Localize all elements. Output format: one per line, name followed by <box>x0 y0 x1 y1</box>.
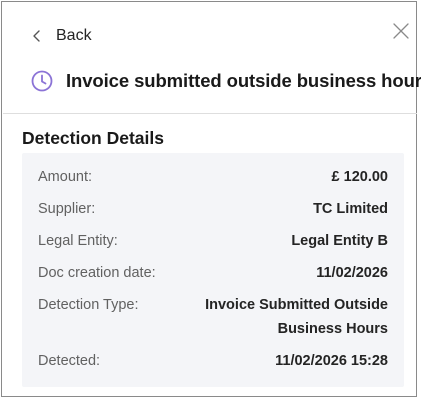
detection-panel: Back Invoice submitted outside business … <box>1 1 421 397</box>
detail-row-supplier: Supplier: TC Limited <box>38 197 388 221</box>
detail-value: £ 120.00 <box>331 169 388 185</box>
detail-row-detection-type: Detection Type: Invoice Submitted Outsid… <box>38 293 388 341</box>
section-title: Detection Details <box>22 128 164 148</box>
detail-value: 11/02/2026 15:28 <box>275 353 388 369</box>
detail-label: Amount: <box>38 169 92 185</box>
detail-row-amount: Amount: £ 120.00 <box>38 165 388 189</box>
details-card: Amount: £ 120.00 Supplier: TC Limited Le… <box>22 153 404 387</box>
back-label: Back <box>56 27 92 44</box>
detail-label: Legal Entity: <box>38 233 118 249</box>
detail-row-legal-entity: Legal Entity: Legal Entity B <box>38 229 388 253</box>
panel-header: Invoice submitted outside business hours <box>30 68 421 94</box>
header-divider <box>3 113 417 114</box>
close-icon[interactable] <box>391 21 411 41</box>
detail-value: Legal Entity B <box>291 233 388 249</box>
detail-value: Invoice Submitted Outside Business Hours <box>205 297 388 337</box>
clock-icon <box>31 70 53 92</box>
detail-label: Detected: <box>38 353 101 369</box>
detail-value: TC Limited <box>313 201 388 217</box>
page-title: Invoice submitted outside business hours <box>66 70 421 91</box>
detail-value: 11/02/2026 <box>316 265 388 281</box>
detail-label: Doc creation date: <box>38 265 156 281</box>
chevron-left-icon <box>33 30 40 42</box>
detail-label: Detection Type: <box>38 297 139 313</box>
detail-row-detected: Detected: 11/02/2026 15:28 <box>38 349 388 373</box>
detail-label: Supplier: <box>38 201 96 217</box>
detail-row-doc-creation-date: Doc creation date: 11/02/2026 <box>38 261 388 285</box>
back-button[interactable]: Back <box>30 26 92 46</box>
